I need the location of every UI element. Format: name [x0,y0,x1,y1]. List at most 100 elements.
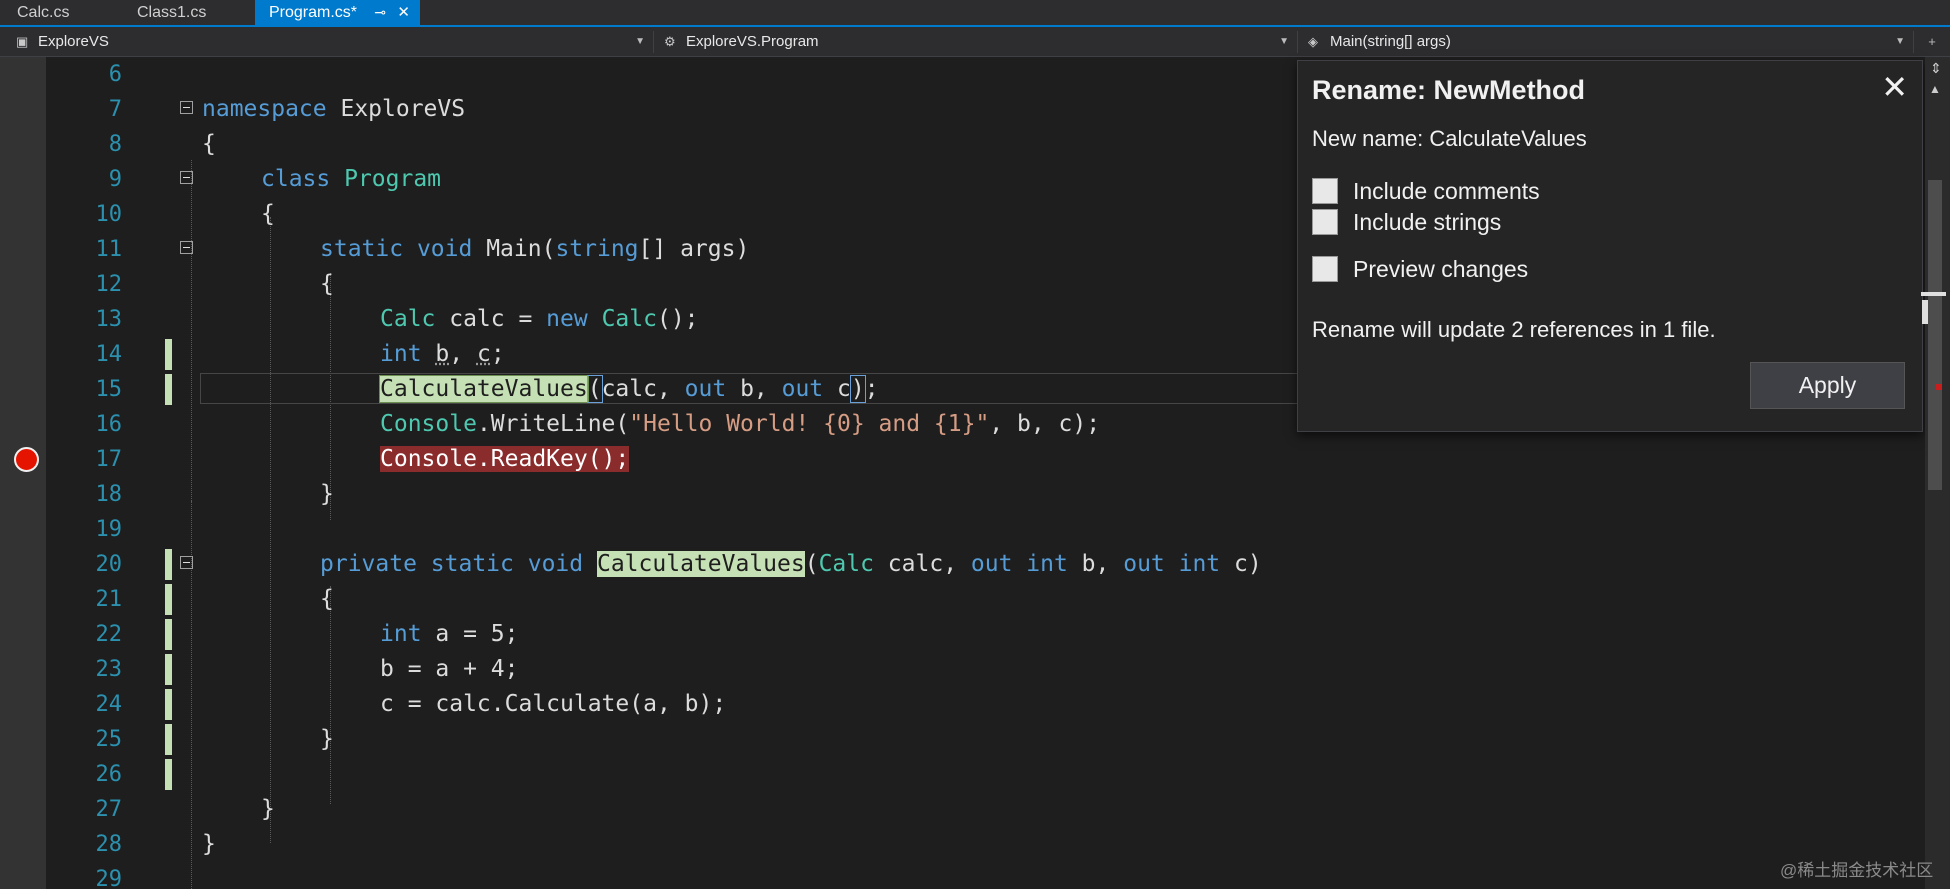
identifier-token: [] args) [638,236,750,262]
split-window-icon[interactable]: + [1922,31,1942,53]
close-icon[interactable]: ✕ [1881,71,1908,103]
code-line: 19 [0,512,1925,547]
project-dropdown[interactable]: ▣ ExploreVS ▼ [14,31,654,53]
line-number: 8 [108,132,122,157]
code-text: c = calc.Calculate(a, b); [380,691,727,717]
split-editor-icon[interactable]: ⇕ [1930,60,1942,77]
dialog-title: Rename: NewMethod [1312,75,1586,105]
line-number: 7 [108,97,122,122]
method-icon: ◈ [1308,34,1318,49]
identifier-token: calc, [873,551,971,577]
code-line: 20 private static void CalculateValues(C… [0,547,1925,582]
tab-calc-cs[interactable]: Calc.cs [0,0,98,25]
change-marker [165,654,172,685]
code-line: 23 b = a + 4; [0,652,1925,687]
type-token: Calc [380,306,436,332]
identifier-token: c [476,341,491,367]
code-text: b = a + 4; [380,656,519,682]
include-comments-checkbox[interactable] [1312,178,1338,204]
preview-changes-checkbox[interactable] [1312,256,1338,282]
identifier-token: (); [656,306,699,332]
scroll-up-icon[interactable]: ▲ [1929,82,1941,96]
watermark-text: @稀土掘金技术社区 [1780,861,1934,880]
identifier-token: c) [1220,551,1262,577]
document-tab-bar: Calc.cs Class1.cs Program.cs* ⊸ ✕ [0,0,1950,27]
scrollbar-thumb[interactable] [1928,180,1942,490]
identifier-token: ExploreVS [326,96,466,122]
include-strings-checkbox[interactable] [1312,209,1338,235]
keyword-token: void [403,236,473,262]
apply-button[interactable]: Apply [1750,362,1905,409]
identifier-token: calc, [601,376,685,402]
tab-label: Program.cs* [269,4,358,21]
punctuation: ; [864,376,879,402]
line-number: 10 [95,202,123,227]
identifier-token: .WriteLine( [476,411,630,437]
type-token: Program [330,166,442,192]
close-icon[interactable]: ✕ [397,0,410,25]
preview-changes-label[interactable]: Preview changes [1353,256,1528,283]
tab-label: Calc.cs [17,4,70,21]
keyword-token: int [380,341,422,367]
code-line: 26 [0,757,1925,792]
include-strings-label[interactable]: Include strings [1353,209,1501,236]
code-line: 29 [0,862,1925,889]
caret-position-marker [1921,292,1946,296]
keyword-token: out [1123,551,1165,577]
punctuation: ; [490,341,505,367]
code-line: 25 } [0,722,1925,757]
collapse-icon[interactable] [180,101,193,114]
line-number: 6 [108,62,122,87]
collapse-icon[interactable] [180,241,193,254]
csharp-project-icon: ▣ [16,34,29,49]
line-number: 28 [95,832,123,857]
code-text: } [261,796,275,822]
punctuation: , [449,341,477,367]
line-number: 16 [95,412,123,437]
type-token: Calc [587,306,657,332]
line-number: 13 [95,307,123,332]
identifier-token: b [435,341,450,367]
breakpoint-icon[interactable] [14,447,39,472]
line-number: 17 [95,447,123,472]
line-number: 19 [95,517,123,542]
brace-match-token: ) [849,375,866,403]
change-marker [165,584,172,615]
code-text: } [202,831,216,857]
code-text: Calc calc = new Calc(); [380,302,699,337]
keyword-token: new [546,306,588,332]
tab-program-cs[interactable]: Program.cs* ⊸ ✕ [255,0,420,25]
change-map-marker [1922,300,1928,324]
collapse-icon[interactable] [180,556,193,569]
code-text: class Program [261,162,441,197]
change-marker [165,689,172,720]
code-line: 24 c = calc.Calculate(a, b); [0,687,1925,722]
identifier-token: calc = [435,306,547,332]
code-text: CalculateValues(calc, out b, out c); [379,372,879,407]
collapse-icon[interactable] [180,171,193,184]
line-number: 24 [95,692,123,717]
brace-match-token: ( [586,375,603,403]
line-number: 12 [95,272,123,297]
pin-icon[interactable]: ⊸ [374,0,386,25]
keyword-token: string [555,236,639,262]
rename-target-token[interactable]: CalculateValues [379,375,589,403]
code-text: int b, c; [380,337,505,372]
code-line-breakpoint: 17 Console.ReadKey(); [0,442,1925,477]
rename-target-token[interactable]: CalculateValues [596,551,805,577]
identifier-token: Main( [472,236,556,262]
string-token: "Hello World! {0} and {1}" [629,411,990,437]
member-dropdown[interactable]: ◈ Main(string[] args) ▼ [1306,31,1914,53]
code-text: static void Main(string[] args) [320,232,749,267]
code-text: Console.ReadKey(); [380,442,630,477]
line-number: 11 [95,237,123,262]
tab-class1-cs[interactable]: Class1.cs [120,0,255,25]
member-name: Main(string[] args) [1330,33,1451,50]
line-number: 20 [95,552,123,577]
line-number: 21 [95,587,123,612]
keyword-token: static [416,551,514,577]
include-comments-label[interactable]: Include comments [1353,178,1540,205]
chevron-down-icon: ▼ [1895,36,1905,47]
type-dropdown[interactable]: ⚙ ExploreVS.Program ▼ [662,31,1298,53]
